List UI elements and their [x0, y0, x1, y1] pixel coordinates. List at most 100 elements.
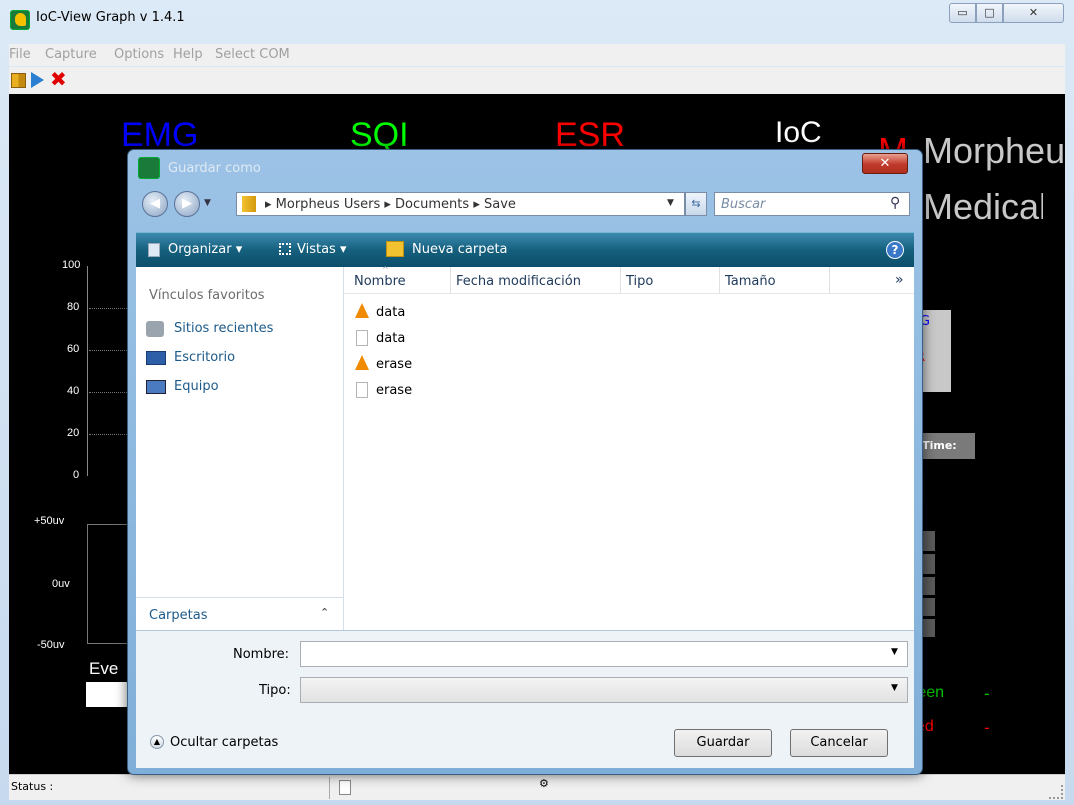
favorites-title: Vínculos favoritos: [149, 288, 265, 303]
eeg-tick: -50uv: [37, 639, 65, 651]
views-icon: [279, 243, 291, 255]
minimize-button[interactable]: ▭: [949, 3, 976, 23]
views-button[interactable]: Vistas ▾: [297, 242, 347, 257]
vlc-cone-icon: [355, 355, 369, 370]
column-type[interactable]: Tipo: [626, 274, 653, 289]
save-form: Nombre: ▼ Tipo: ▼ ▲ Ocultar carpetas Gua…: [136, 630, 914, 768]
filetype-select[interactable]: ▼: [300, 677, 908, 703]
red-dash: -: [984, 718, 990, 737]
forward-button[interactable]: ▶: [174, 191, 200, 217]
status-label: Status :: [11, 780, 54, 793]
eeg-tick: 0uv: [52, 578, 70, 590]
new-folder-button[interactable]: Nueva carpeta: [412, 242, 508, 257]
file-list: ^ Nombre Fecha modificación Tipo Tamaño …: [344, 265, 914, 630]
y-axis: [87, 266, 88, 476]
toolbar: ✖: [9, 67, 1065, 94]
navigation-pane: Vínculos favoritos Sitios recientes Escr…: [136, 267, 344, 630]
play-icon[interactable]: [31, 72, 44, 88]
organize-button[interactable]: Organizar ▾: [168, 242, 242, 257]
folders-toggle[interactable]: Carpetas ⌃: [136, 597, 343, 630]
y-tick: 40: [67, 385, 80, 397]
y-tick: 100: [62, 259, 81, 271]
y-tick: 0: [73, 469, 80, 481]
chevron-down-icon: ▼: [891, 683, 898, 693]
chevron-up-icon: ▲: [150, 735, 164, 749]
recent-places-icon: [146, 321, 164, 337]
app-icon: [10, 10, 30, 30]
maximize-button[interactable]: □: [976, 3, 1003, 23]
breadcrumb-item[interactable]: Morpheus Users: [276, 197, 381, 212]
dialog-title: Guardar como: [168, 161, 261, 176]
favorite-recent-places[interactable]: Sitios recientes: [144, 319, 334, 341]
save-button[interactable]: Guardar: [674, 729, 772, 757]
menu-options[interactable]: Options: [114, 47, 164, 62]
dialog-app-icon: [138, 157, 160, 179]
close-button[interactable]: ✕: [1003, 3, 1064, 23]
new-folder-icon: [386, 241, 404, 257]
filename-label: Nombre:: [233, 647, 290, 662]
menu-capture[interactable]: Capture: [45, 47, 97, 62]
more-columns-icon[interactable]: »: [895, 272, 904, 288]
eeg-plot: [87, 524, 127, 644]
forward-arrow-icon: ▶: [182, 196, 192, 211]
open-icon[interactable]: [11, 73, 26, 88]
list-item[interactable]: erase: [352, 354, 552, 376]
status-bar: Status : ⚙: [9, 774, 1065, 800]
brand-name: Morpheus: [923, 130, 1063, 171]
stop-icon[interactable]: ✖: [50, 69, 67, 89]
breadcrumb-item[interactable]: Documents: [395, 197, 469, 212]
column-size[interactable]: Tamaño: [725, 274, 776, 289]
help-icon[interactable]: ?: [886, 241, 904, 259]
menu-file[interactable]: File: [9, 47, 31, 62]
event-label: Eve: [89, 659, 119, 678]
address-dropdown-icon[interactable]: ▼: [667, 198, 674, 208]
back-button[interactable]: ◀: [142, 191, 168, 217]
chevron-down-icon: ▼: [891, 647, 898, 657]
gridline: [89, 350, 129, 351]
menu-help[interactable]: Help: [173, 47, 203, 62]
sqi-status-icon: ⚙: [539, 777, 549, 790]
menu-bar: File Capture Options Help Select COM: [9, 44, 1065, 66]
search-box[interactable]: Buscar ⚲: [714, 192, 910, 216]
command-bar: Organizar ▾ Vistas ▾ Nueva carpeta ?: [136, 232, 914, 267]
filetype-label: Tipo:: [259, 683, 291, 698]
gridline: [89, 434, 129, 435]
address-bar[interactable]: ▸ Morpheus Users ▸ Documents ▸ Save ▼: [236, 192, 685, 216]
event-input[interactable]: [86, 682, 131, 707]
list-item[interactable]: data: [352, 328, 552, 350]
chevron-up-icon: ⌃: [320, 606, 330, 619]
cancel-button[interactable]: Cancelar: [790, 729, 888, 757]
navigation-bar: ◀ ▶ ▼ ▸ Morpheus Users ▸ Documents ▸ Sav…: [136, 188, 914, 222]
ioc-header: IoC: [775, 116, 822, 149]
favorite-computer[interactable]: Equipo: [144, 377, 334, 399]
search-icon[interactable]: ⚲: [890, 195, 900, 211]
favorite-desktop[interactable]: Escritorio: [144, 348, 334, 370]
window-title: IoC-View Graph v 1.4.1: [36, 10, 185, 25]
resize-grip-icon[interactable]: [1049, 785, 1063, 799]
recent-pages-icon[interactable]: ▼: [204, 198, 211, 208]
dialog-close-button[interactable]: ✕: [862, 153, 908, 174]
desktop-icon: [146, 351, 166, 365]
save-dialog: Guardar como ✕ ◀ ▶ ▼ ▸ Morpheus Users ▸ …: [127, 149, 923, 775]
vlc-cone-icon: [355, 303, 369, 318]
brand-name-2: Medical: [923, 186, 1043, 227]
sort-ascending-icon: ^: [382, 265, 389, 274]
page-icon: [339, 780, 351, 795]
refresh-button[interactable]: ⇆: [685, 192, 707, 216]
list-item[interactable]: data: [352, 302, 552, 324]
document-icon: [356, 382, 368, 398]
column-date-modified[interactable]: Fecha modificación: [456, 274, 581, 289]
search-input[interactable]: Buscar: [721, 197, 765, 212]
hide-folders-button[interactable]: ▲ Ocultar carpetas: [144, 734, 304, 756]
status-divider: [329, 777, 330, 799]
column-name[interactable]: Nombre: [354, 274, 406, 289]
gridline: [89, 308, 129, 309]
computer-icon: [146, 380, 166, 394]
menu-select-com[interactable]: Select COM: [215, 47, 290, 62]
breadcrumb-item[interactable]: Save: [484, 197, 516, 212]
filename-field[interactable]: ▼: [300, 641, 908, 667]
list-item[interactable]: erase: [352, 380, 552, 402]
organize-icon: [148, 243, 160, 257]
column-header-row: ^ Nombre Fecha modificación Tipo Tamaño …: [344, 265, 914, 294]
y-tick: 80: [67, 301, 80, 313]
